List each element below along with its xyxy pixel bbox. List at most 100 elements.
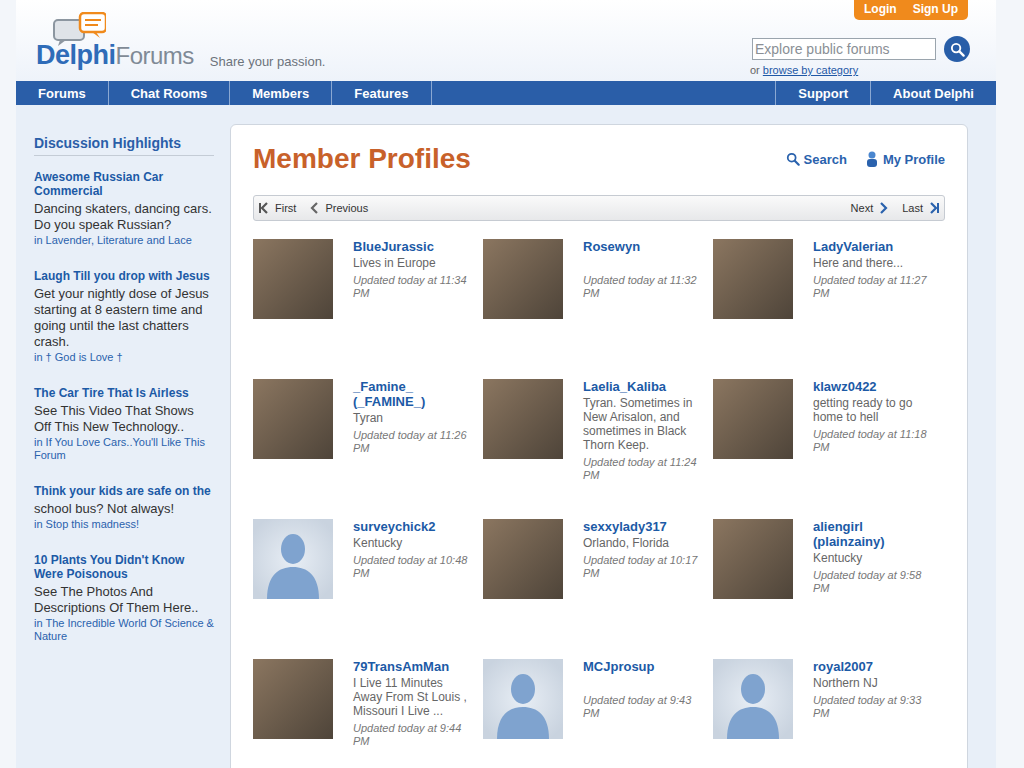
profile-updated: Updated today at 9:43 PM [583, 694, 701, 720]
profile-name[interactable]: klawz0422 [813, 379, 931, 394]
first-button[interactable]: First [258, 201, 296, 215]
profile-info: RosewynUpdated today at 11:32 PM [583, 239, 701, 379]
profile-info: 79TransAmMan I Live 11 Minutes Away From … [353, 659, 471, 768]
highlight-title[interactable]: Think your kids are safe on the [34, 484, 214, 498]
profile-card: MCJprosup Updated today at 9:43 PM [483, 659, 713, 768]
highlight-forum[interactable]: in Lavender, Literature and Lace [34, 234, 214, 247]
profile-location: getting ready to go home to hell [813, 396, 931, 424]
profile-name[interactable]: LadyValerian [813, 239, 931, 254]
profile-location: Orlando, Florida [583, 536, 701, 550]
profile-name[interactable]: _Famine_ (_FAMINE_) [353, 379, 471, 409]
sidebar-item: Laugh Till you drop with Jesus Get your n… [34, 269, 214, 364]
header: DelphiForumsShare your passion.LoginSign… [16, 0, 996, 81]
title-actions: Search My Profile [786, 151, 946, 167]
profile-card: 79TransAmMan I Live 11 Minutes Away From … [253, 659, 483, 768]
default-avatar-icon [713, 659, 793, 739]
main-panel: Member Profiles Search My Profile First Prev… [230, 124, 968, 768]
highlight-title[interactable]: Awesome Russian Car Commercial [34, 170, 214, 198]
logo-text: DelphiForums [36, 40, 194, 71]
profile-info: sexxylady317Orlando, FloridaUpdated toda… [583, 519, 701, 659]
profile-photo[interactable] [483, 379, 563, 459]
highlight-title[interactable]: 10 Plants You Didn't Know Were Poisonous [34, 553, 214, 581]
account-button[interactable]: Login [864, 2, 897, 16]
previous-icon [308, 201, 322, 215]
page: DelphiForumsShare your passion.LoginSign… [16, 0, 996, 768]
profile-photo[interactable] [253, 659, 333, 739]
profile-name[interactable]: sexxylady317 [583, 519, 701, 534]
last-icon [926, 201, 940, 215]
profile-info: royal2007Northern NJUpdated today at 9:3… [813, 659, 931, 768]
profile-name[interactable]: MCJprosup [583, 659, 701, 674]
highlight-title[interactable]: Laugh Till you drop with Jesus [34, 269, 214, 283]
profile-card: klawz0422 getting ready to go home to hel… [713, 379, 943, 519]
profile-avatar[interactable] [483, 659, 563, 739]
profile-info: surveychick2 Kentucky Updated today at 10:… [353, 519, 471, 659]
nav-item[interactable]: Support [775, 81, 870, 105]
profile-name[interactable]: BlueJurassic [353, 239, 471, 254]
nav-item[interactable]: About Delphi [870, 81, 996, 105]
nav-item[interactable]: Chat Rooms [109, 81, 231, 105]
profile-name[interactable]: 79TransAmMan [353, 659, 471, 674]
profile-name[interactable]: surveychick2 [353, 519, 471, 534]
highlight-title[interactable]: The Car Tire That Is Airless [34, 386, 214, 400]
profile-info: klawz0422 getting ready to go home to hel… [813, 379, 931, 519]
nav-item[interactable]: Members [230, 81, 332, 105]
profile-name[interactable]: royal2007 [813, 659, 931, 674]
highlight-forum[interactable]: in † God is Love † [34, 351, 214, 364]
nav-bar: ForumsChat RoomsMembersFeatures SupportAb… [16, 81, 996, 105]
profile-name[interactable]: aliengirl (plainzainy) [813, 519, 931, 549]
profile-photo[interactable] [253, 239, 333, 319]
search-button[interactable] [944, 36, 970, 62]
title-row: Member Profiles Search My Profile [253, 143, 945, 175]
profile-location: I Live 11 Minutes Away From St Louis , M… [353, 676, 471, 718]
account-button[interactable]: Sign Up [913, 2, 958, 16]
search-input[interactable] [752, 38, 936, 60]
profile-updated: Updated today at 10:48 PM [353, 554, 471, 580]
highlight-text: See This Video That Shows Off This New T… [34, 403, 214, 435]
sidebar-item: Awesome Russian Car CommercialDancing sk… [34, 170, 214, 247]
profile-link[interactable]: My Profile [865, 151, 945, 167]
logo[interactable]: DelphiForums [36, 12, 194, 71]
profile-avatar[interactable] [253, 519, 333, 599]
profile-card: BlueJurassicLives in EuropeUpdated today… [253, 239, 483, 379]
first-icon [258, 201, 272, 215]
profile-location: Tyran. Sometimes in New Arisalon, and so… [583, 396, 701, 452]
account-tab: Login Sign Up [854, 0, 968, 20]
highlight-text: school bus? Not always! [34, 501, 214, 517]
nav-item[interactable]: Forums [16, 81, 109, 105]
profile-location: Kentucky [813, 551, 931, 565]
profile-photo[interactable] [713, 379, 793, 459]
highlight-forum[interactable]: in The Incredible World Of Science & Nat… [34, 617, 214, 643]
highlight-forum[interactable]: in Stop this madness! [34, 518, 214, 531]
profile-location: Kentucky [353, 536, 471, 550]
page-title: Member Profiles [253, 143, 471, 175]
profile-updated: Updated today at 11:26 PM [353, 429, 471, 455]
profile-name[interactable]: Rosewyn [583, 239, 701, 254]
highlight-forum[interactable]: in If You Love Cars..You'll Like This Fo… [34, 436, 214, 462]
pager-left: First Previous [258, 201, 368, 215]
header-right: LoginSign Upor browse by category [750, 0, 968, 81]
profile-card: Laelia_Kaliba Tyran. Sometimes in New Ari… [483, 379, 713, 519]
profile-photo[interactable] [713, 239, 793, 319]
next-button[interactable]: Next [851, 201, 891, 215]
sidebar-item: 10 Plants You Didn't Know Were Poisonous… [34, 553, 214, 643]
browse-link[interactable]: browse by category [763, 64, 858, 76]
previous-button[interactable]: Previous [308, 201, 368, 215]
last-button[interactable]: Last [902, 201, 940, 215]
profile-photo[interactable] [713, 519, 793, 599]
highlight-text: Get your nightly dose of Jesus starting … [34, 286, 214, 350]
profile-name[interactable]: Laelia_Kaliba [583, 379, 701, 394]
profile-photo[interactable] [483, 519, 563, 599]
nav-item[interactable]: Features [332, 81, 431, 105]
search-row [752, 36, 970, 62]
profile-avatar[interactable] [713, 659, 793, 739]
body: Discussion HighlightsAwesome Russian Car… [16, 105, 996, 768]
search-link[interactable]: Search [786, 151, 847, 167]
default-avatar-icon [483, 659, 563, 739]
profile-photo[interactable] [483, 239, 563, 319]
profile-info: aliengirl (plainzainy)KentuckyUpdated to… [813, 519, 931, 659]
profile-location: Tyran [353, 411, 471, 425]
profile-updated: Updated today at 9:33 PM [813, 694, 931, 720]
profile-photo[interactable] [253, 379, 333, 459]
